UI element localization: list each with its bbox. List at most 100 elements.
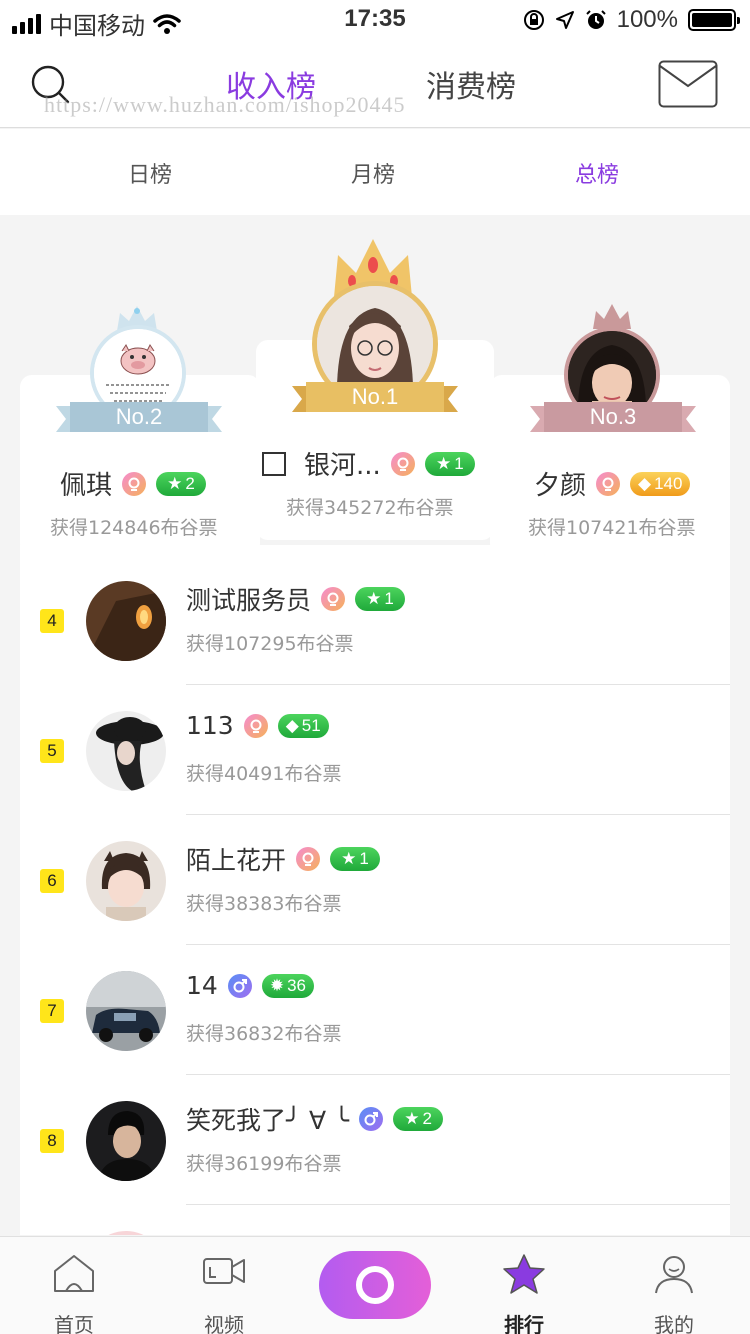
star-icon: ★ [404, 1109, 420, 1128]
female-icon [390, 451, 415, 476]
mail-icon[interactable] [658, 60, 718, 108]
level-badge: ★ 1 [424, 451, 475, 476]
diamond-icon: ◆ [638, 473, 652, 493]
diamond-icon: ◆ [285, 715, 299, 735]
level-badge: ★ 2 [393, 1107, 444, 1131]
tab-total[interactable]: 总榜 [575, 157, 619, 189]
list-item[interactable] [20, 1205, 730, 1235]
tab-ranking-label: 排行 [504, 1313, 544, 1334]
alarm-icon [585, 10, 606, 29]
list-item[interactable]: 5 113 ◆ 51 获得40491布谷票 [20, 685, 730, 815]
user-icon [655, 1256, 693, 1294]
podium-2-name-row: 佩琪 ★ 2 [60, 465, 207, 502]
bottom-tab-bar: 首页 视频 排行 我的 [0, 1236, 750, 1334]
female-icon [596, 471, 621, 496]
sun-icon: ✹ [269, 975, 285, 995]
row-name: 113 ◆ 51 [186, 711, 329, 740]
avatar[interactable] [86, 581, 166, 661]
user-name: 113 [186, 711, 234, 740]
tab-monthly[interactable]: 月榜 [351, 157, 395, 189]
user-name: 14 [186, 971, 218, 1000]
status-right: 100% [523, 6, 740, 34]
female-icon [296, 847, 321, 871]
battery-percent: 100% [616, 6, 678, 33]
list-item[interactable]: 8 笑死我了╯ ∀ ╰ ★ 2 获得36199布谷票 [20, 1075, 730, 1205]
star-icon: ★ [167, 473, 183, 493]
avatar[interactable] [86, 711, 166, 791]
level-badge: ★ 1 [355, 587, 406, 611]
period-tabs: 日榜 月榜 总榜 [0, 129, 750, 215]
level-badge: ◆ 51 [277, 713, 329, 738]
vote-count: 获得36199布谷票 [186, 1153, 342, 1175]
avatar[interactable] [86, 1101, 166, 1181]
avatar[interactable] [86, 1231, 166, 1235]
battery-icon [688, 9, 740, 31]
tab-daily[interactable]: 日榜 [128, 157, 172, 189]
row-name: 测试服务员 ★ 1 [186, 581, 406, 617]
top-three-podium: No.2 佩琪 ★ 2 获得124846布谷票 No.1 银河... ★ 1 获… [0, 215, 750, 555]
rank-badge: 8 [40, 1129, 64, 1153]
podium-2-votes: 获得124846布谷票 [50, 517, 218, 539]
star-icon: ★ [366, 589, 382, 608]
female-icon [321, 587, 346, 611]
video-camera-icon [203, 1258, 245, 1284]
location-icon [555, 11, 574, 29]
star-icon: ★ [435, 453, 452, 473]
level-badge: ✹ 36 [261, 973, 314, 998]
user-name: 陌上花开 [186, 846, 287, 875]
avatar[interactable] [86, 841, 166, 921]
podium-3-votes: 获得107421布谷票 [528, 517, 696, 539]
podium-1-votes: 获得345272布谷票 [286, 497, 454, 519]
row-name: 陌上花开 ★ 1 [186, 841, 381, 877]
star-tab-icon [503, 1254, 545, 1294]
vote-count: 获得40491布谷票 [186, 763, 342, 785]
podium-2-name: 佩琪 [60, 471, 113, 501]
home-icon [54, 1255, 94, 1292]
rotation-lock-icon [523, 10, 544, 30]
watermark-text: https://www.huzhan.com/ishop20445 [44, 92, 406, 117]
podium-3-name: 夕颜 [534, 471, 587, 501]
level-badge: ◆ 140 [630, 471, 691, 496]
male-icon [359, 1107, 384, 1131]
male-icon [227, 973, 252, 998]
tab-spend-rank[interactable]: 消费榜 [426, 62, 516, 106]
go-live-button[interactable] [319, 1251, 431, 1319]
rank-badge: 7 [40, 999, 64, 1023]
rank-2-label: No.2 [115, 404, 163, 429]
tab-ranking[interactable]: 排行 [474, 1237, 574, 1334]
user-name: 笑死我了╯ ∀ ╰ [186, 1106, 350, 1135]
tab-mine-label: 我的 [654, 1313, 694, 1334]
tab-home-label: 首页 [54, 1313, 94, 1334]
vote-count: 获得107295布谷票 [186, 633, 354, 655]
ranking-list: 4 测试服务员 ★ 1 获得107295布谷票 5 113 ◆ 51 获得40491… [20, 545, 730, 1235]
level-badge: ★ 2 [156, 471, 207, 496]
checkbox-icon [262, 451, 286, 476]
podium-3-name-row: 夕颜 ◆ 140 [534, 465, 691, 502]
status-bar: 中国移动 17:35 100% [0, 0, 750, 40]
podium-1-name: 银河... [304, 451, 381, 481]
level-badge: ★ 1 [330, 847, 381, 871]
avatar[interactable] [86, 971, 166, 1051]
list-item[interactable]: 7 14 ✹ 36 获得36832布谷票 [20, 945, 730, 1075]
vote-count: 获得38383布谷票 [186, 893, 342, 915]
podium-1-name-row: 银河... ★ 1 [262, 445, 475, 482]
user-name: 测试服务员 [186, 586, 312, 615]
list-item[interactable]: 6 陌上花开 ★ 1 获得38383布谷票 [20, 815, 730, 945]
top-header: 收入榜 消费榜 https://www.huzhan.com/ishop2044… [0, 40, 750, 128]
rank-badge: 4 [40, 609, 64, 633]
row-name: 14 ✹ 36 [186, 971, 314, 1000]
rank-badge: 6 [40, 869, 64, 893]
vote-count: 获得36832布谷票 [186, 1023, 342, 1045]
female-icon [122, 471, 147, 496]
star-icon: ★ [341, 849, 357, 868]
rank-1-label: No.1 [351, 384, 399, 409]
tab-mine[interactable]: 我的 [624, 1237, 724, 1334]
rank-badge: 5 [40, 739, 64, 763]
list-item[interactable]: 4 测试服务员 ★ 1 获得107295布谷票 [20, 555, 730, 685]
tab-video-label: 视频 [204, 1313, 244, 1334]
live-ring-icon [356, 1266, 394, 1304]
rank-3-label: No.3 [589, 404, 637, 429]
tab-video[interactable]: 视频 [174, 1237, 274, 1334]
female-icon [243, 713, 268, 738]
tab-home[interactable]: 首页 [24, 1237, 124, 1334]
